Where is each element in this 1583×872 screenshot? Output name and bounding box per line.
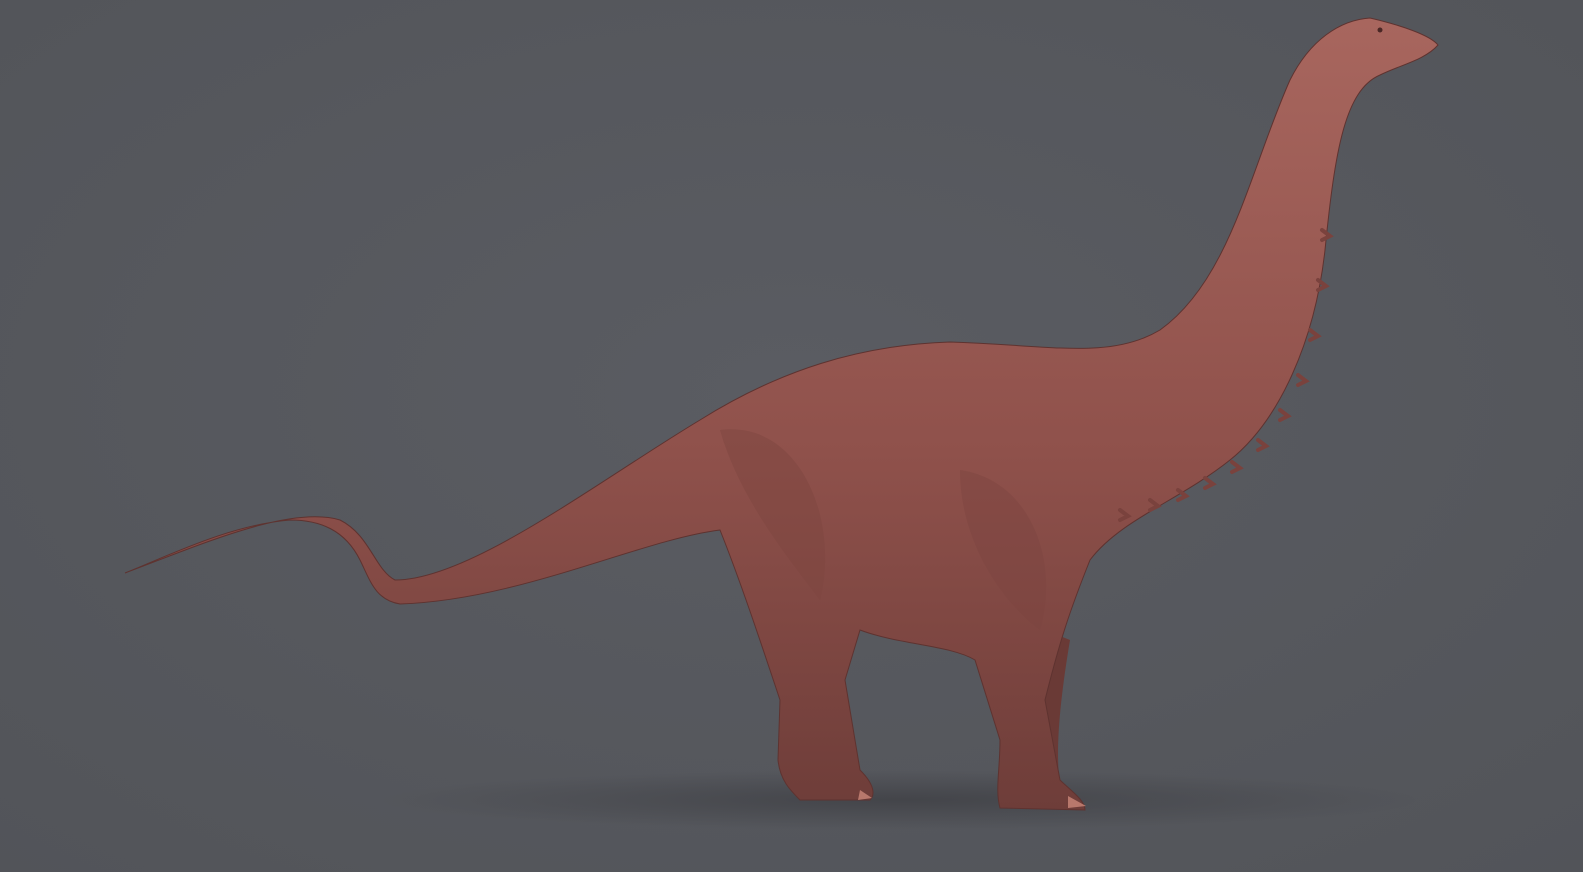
render-scene xyxy=(0,0,1583,872)
eye xyxy=(1377,27,1383,33)
ground-shadow xyxy=(380,770,1420,830)
